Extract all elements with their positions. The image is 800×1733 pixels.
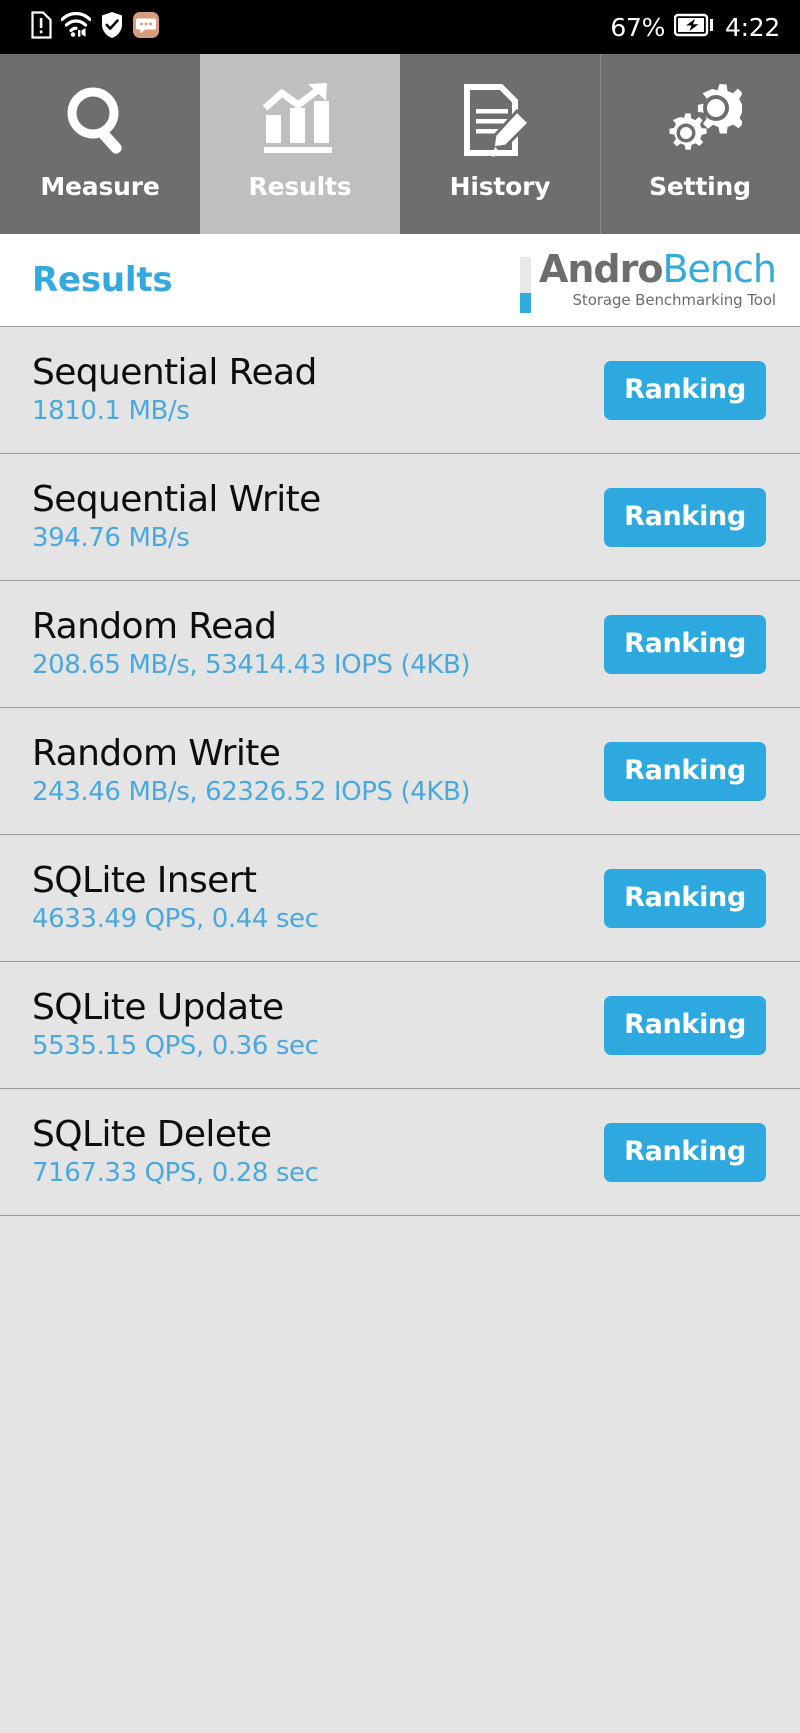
ranking-button[interactable]: Ranking <box>604 360 766 420</box>
table-row[interactable]: Random Write 243.46 MB/s, 62326.52 IOPS … <box>0 708 800 835</box>
logo-accent-bar-bottom <box>519 293 531 313</box>
table-row[interactable]: SQLite Delete 7167.33 QPS, 0.28 sec Rank… <box>0 1089 800 1216</box>
tab-history-label: History <box>449 172 551 201</box>
result-value: 7167.33 QPS, 0.28 sec <box>32 1158 319 1189</box>
logo-accent-bar <box>519 257 531 313</box>
table-row[interactable]: Sequential Write 394.76 MB/s Ranking <box>0 454 800 581</box>
logo-subtitle: Storage Benchmarking Tool <box>572 291 777 310</box>
shield-check-icon <box>100 11 124 43</box>
result-value: 5535.15 QPS, 0.36 sec <box>32 1031 319 1062</box>
sim-alert-icon <box>30 11 52 43</box>
page-title: Results <box>32 260 173 300</box>
tab-results[interactable]: Results <box>200 54 400 234</box>
results-list: Sequential Read 1810.1 MB/s Ranking Sequ… <box>0 327 800 1216</box>
clock-label: 4:22 <box>725 12 780 42</box>
logo-wordmark: AndroBench <box>539 250 777 288</box>
table-row[interactable]: Random Read 208.65 MB/s, 53414.43 IOPS (… <box>0 581 800 708</box>
result-value: 394.76 MB/s <box>32 523 190 554</box>
ranking-button[interactable]: Ranking <box>604 995 766 1055</box>
document-pencil-icon <box>462 78 538 168</box>
tab-results-label: Results <box>248 172 352 201</box>
ranking-button[interactable]: Ranking <box>604 1122 766 1182</box>
result-name: SQLite Delete <box>32 1114 272 1156</box>
bar-chart-trend-icon <box>260 78 340 168</box>
tab-setting[interactable]: Setting <box>600 54 800 234</box>
result-name: Sequential Write <box>32 479 321 521</box>
result-texts: Sequential Read 1810.1 MB/s <box>32 352 317 427</box>
result-texts: SQLite Insert 4633.49 QPS, 0.44 sec <box>32 860 319 935</box>
result-name: Random Read <box>32 606 277 648</box>
logo-accent-bar-top <box>519 257 531 293</box>
ranking-button[interactable]: Ranking <box>604 741 766 801</box>
ranking-button[interactable]: Ranking <box>604 868 766 928</box>
tab-measure[interactable]: Measure <box>0 54 200 234</box>
wifi-icon <box>60 11 92 42</box>
status-bar: 67% 4:22 <box>0 0 800 54</box>
table-row[interactable]: SQLite Insert 4633.49 QPS, 0.44 sec Rank… <box>0 835 800 962</box>
logo-word-andro: Andro <box>538 247 664 291</box>
result-texts: SQLite Update 5535.15 QPS, 0.36 sec <box>32 987 319 1062</box>
message-bubble-icon <box>133 11 159 43</box>
battery-percent-label: 67% <box>610 12 666 42</box>
result-name: SQLite Insert <box>32 860 257 902</box>
result-texts: Random Write 243.46 MB/s, 62326.52 IOPS … <box>32 733 471 808</box>
table-row[interactable]: Sequential Read 1810.1 MB/s Ranking <box>0 327 800 454</box>
ranking-button[interactable]: Ranking <box>604 614 766 674</box>
battery-charging-icon <box>673 13 716 41</box>
tab-bar: Measure Results History Setting <box>0 54 800 234</box>
result-texts: Random Read 208.65 MB/s, 53414.43 IOPS (… <box>32 606 471 681</box>
status-bar-right: 67% 4:22 <box>610 13 780 42</box>
magnifier-icon <box>61 78 139 168</box>
result-value: 1810.1 MB/s <box>32 396 190 427</box>
result-texts: SQLite Delete 7167.33 QPS, 0.28 sec <box>32 1114 319 1189</box>
tab-setting-label: Setting <box>649 172 751 201</box>
ranking-button[interactable]: Ranking <box>604 487 766 547</box>
status-bar-left-icons <box>30 11 159 43</box>
table-row[interactable]: SQLite Update 5535.15 QPS, 0.36 sec Rank… <box>0 962 800 1089</box>
result-value: 243.46 MB/s, 62326.52 IOPS (4KB) <box>32 777 471 808</box>
gears-icon <box>658 78 742 168</box>
result-value: 208.65 MB/s, 53414.43 IOPS (4KB) <box>32 650 471 681</box>
logo-word-bench: Bench <box>662 247 777 291</box>
page-header: Results AndroBench Storage Benchmarking … <box>0 234 800 327</box>
androbench-logo: AndroBench Storage Benchmarking Tool <box>519 247 777 313</box>
result-name: Sequential Read <box>32 352 317 394</box>
tab-history[interactable]: History <box>400 54 600 234</box>
logo-text-block: AndroBench Storage Benchmarking Tool <box>539 250 777 310</box>
app-screen: 67% 4:22 Measure Results History Setting… <box>0 0 800 1733</box>
result-name: SQLite Update <box>32 987 284 1029</box>
tab-measure-label: Measure <box>40 172 160 201</box>
result-texts: Sequential Write 394.76 MB/s <box>32 479 321 554</box>
result-value: 4633.49 QPS, 0.44 sec <box>32 904 319 935</box>
result-name: Random Write <box>32 733 281 775</box>
